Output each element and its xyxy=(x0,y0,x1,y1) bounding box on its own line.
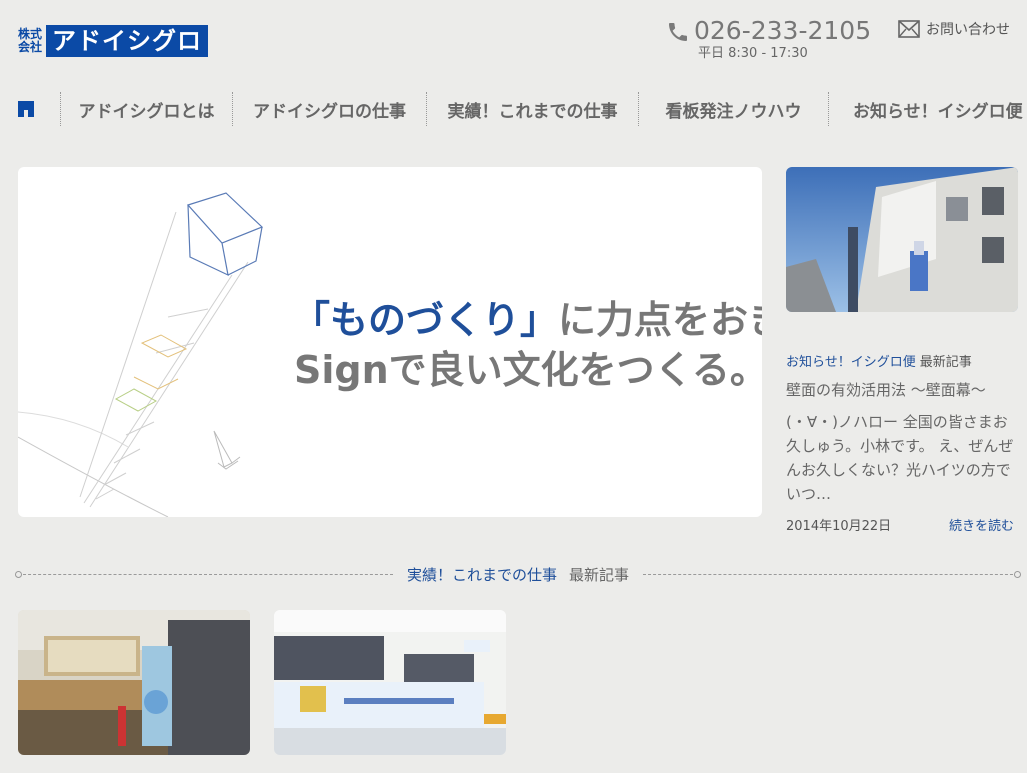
logo-company-type: 株式 会社 xyxy=(18,28,42,54)
divider-right xyxy=(643,570,1021,578)
works-latest-tag: 最新記事 xyxy=(569,565,630,584)
news-date: 2014年10月22日 xyxy=(786,519,892,534)
works-section-title: 実績！これまでの仕事 最新記事 xyxy=(393,564,643,585)
works-category-link[interactable]: 実績！これまでの仕事 xyxy=(407,566,557,584)
hero-tagline-line-2: Signで良い文化をつくる。 xyxy=(294,348,762,392)
read-more-link[interactable]: 続きを読む xyxy=(949,515,1014,534)
nav-item-portfolio[interactable]: 実績！これまでの仕事 xyxy=(426,92,638,126)
nav-item-work[interactable]: アドイシグロの仕事 xyxy=(232,92,426,126)
divider-left xyxy=(15,570,393,578)
phone-icon xyxy=(669,23,687,41)
news-title[interactable]: 壁面の有効活用法 ～壁面幕～ xyxy=(786,379,986,400)
news-latest-tag: 最新記事 xyxy=(919,355,972,370)
work-thumbnail-1[interactable] xyxy=(18,610,250,755)
news-meta: お知らせ！イシグロ便 最新記事 xyxy=(786,351,972,370)
news-category-link[interactable]: お知らせ！イシグロ便 xyxy=(786,355,916,370)
nav-item-about[interactable]: アドイシグロとは xyxy=(60,92,232,126)
hero-banner[interactable]: 「ものづくり」に力点をおき、 Signで良い文化をつくる。 xyxy=(18,167,762,517)
hero-tagline-rest: に力点をおき、 xyxy=(558,298,762,342)
storefront-photo xyxy=(18,610,250,755)
divider-dot xyxy=(1014,570,1021,578)
divider-dot xyxy=(15,570,22,578)
news-photo[interactable] xyxy=(786,167,1018,312)
hero-tagline-accent: 「ものづくり」 xyxy=(292,298,559,342)
mail-icon xyxy=(898,20,920,38)
home-icon xyxy=(18,101,34,117)
nav-item-knowhow[interactable]: 看板発注ノウハウ xyxy=(638,92,828,126)
site-logo[interactable]: 株式 会社 アドイシグロ xyxy=(18,24,209,58)
logo-small-line-2: 会社 xyxy=(18,40,43,54)
phone-hours: 平日 8:30 - 17:30 xyxy=(698,46,808,61)
nav-home[interactable] xyxy=(18,92,60,126)
building-photo xyxy=(786,167,1018,312)
logo-wordmark: アドイシグロ xyxy=(46,25,209,57)
phone-number[interactable]: 026-233-2105 xyxy=(694,16,871,46)
hero-tagline-line-1: 「ものづくり」に力点をおき、 xyxy=(292,289,762,344)
work-thumbnail-2[interactable] xyxy=(274,610,506,755)
building-sign-photo xyxy=(274,610,506,755)
nav-item-news[interactable]: お知らせ！イシグロ便 xyxy=(828,92,1027,126)
contact-label: お問い合わせ xyxy=(926,22,1010,38)
news-excerpt: (・∀・)ノハロー 全国の皆さまお久しゅう。小林です。 え、ぜんぜんお久しくない… xyxy=(786,413,1014,503)
main-nav: アドイシグロとは アドイシグロの仕事 実績！これまでの仕事 看板発注ノウハウ お… xyxy=(18,92,1027,126)
works-section-header: 実績！これまでの仕事 最新記事 xyxy=(15,563,1021,585)
contact-link[interactable]: お問い合わせ xyxy=(898,19,1010,39)
phone-info: 026-233-2105 平日 8:30 - 17:30 xyxy=(666,16,871,62)
